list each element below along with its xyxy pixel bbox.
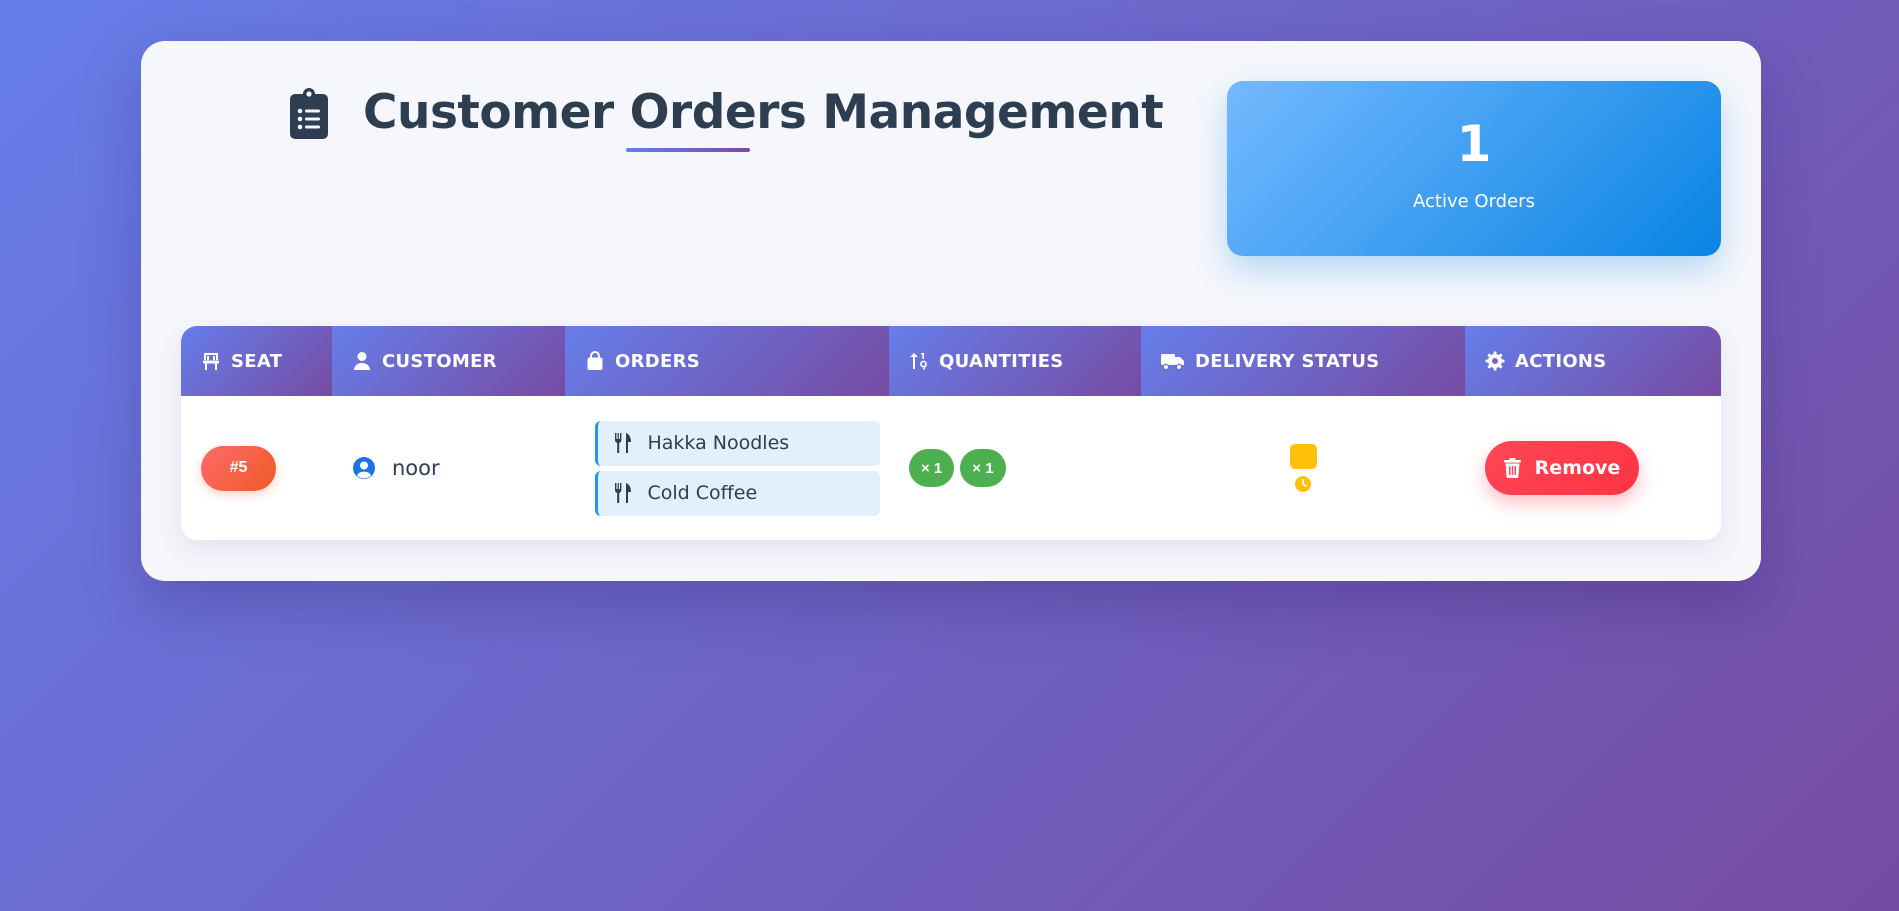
user-circle-icon (353, 457, 375, 479)
actions-cell: Remove (1465, 396, 1721, 540)
user-icon (354, 352, 370, 370)
chair-icon (203, 353, 219, 370)
truck-icon (1161, 354, 1184, 371)
order-item: Hakka Noodles (594, 420, 880, 466)
quantity-badge: × 1 (960, 449, 1006, 487)
orders-panel: Customer Orders Management 1 Active Orde… (141, 41, 1761, 581)
order-item-name: Cold Coffee (647, 482, 758, 504)
customer-name: noor (392, 456, 440, 480)
delivery-status-cell (1141, 396, 1465, 540)
seat-cell: #5 (181, 396, 332, 540)
column-header-delivery-status: DELIVERY STATUS (1141, 326, 1465, 396)
column-label: QUANTITIES (939, 350, 1064, 372)
quantity-badge: × 1 (909, 449, 955, 487)
title-block: Customer Orders Management (289, 85, 1164, 140)
title-underline (626, 148, 750, 152)
column-header-orders: ORDERS (565, 326, 889, 396)
quantities-cell: × 1 × 1 (889, 396, 1141, 540)
active-orders-label: Active Orders (1413, 191, 1535, 212)
utensils-icon (614, 483, 631, 503)
active-orders-stat: 1 Active Orders (1227, 81, 1721, 256)
orders-cell: Hakka Noodles Cold Coffee (565, 396, 889, 540)
column-header-quantities: QUANTITIES (889, 326, 1141, 396)
gear-icon (1485, 351, 1505, 371)
column-header-actions: ACTIONS (1465, 326, 1721, 396)
column-label: SEAT (231, 350, 283, 372)
seat-badge: #5 (201, 445, 276, 491)
panel-header: Customer Orders Management 1 Active Orde… (141, 41, 1761, 281)
utensils-icon (614, 433, 631, 453)
shopping-bag-icon (587, 351, 603, 370)
active-orders-count: 1 (1456, 115, 1492, 173)
page-title: Customer Orders Management (363, 85, 1164, 140)
column-label: ORDERS (615, 350, 701, 372)
sort-numeric-icon (910, 353, 927, 370)
column-label: CUSTOMER (382, 350, 497, 372)
order-item: Cold Coffee (594, 470, 880, 516)
table-row: #5 noor Hakka Noodles Cold Coffee × 1 × … (181, 396, 1721, 540)
status-indicator (1289, 443, 1317, 469)
customer-cell: noor (332, 396, 565, 540)
order-item-name: Hakka Noodles (647, 432, 790, 454)
column-header-customer: CUSTOMER (332, 326, 565, 396)
column-label: ACTIONS (1515, 350, 1607, 372)
trash-icon (1503, 458, 1521, 478)
clock-icon (1295, 475, 1311, 492)
remove-button[interactable]: Remove (1485, 441, 1639, 495)
column-header-seat: SEAT (181, 326, 332, 396)
orders-table: SEAT CUSTOMER ORDERS QUANTITIES DELIVERY… (181, 326, 1721, 540)
table-header: SEAT CUSTOMER ORDERS QUANTITIES DELIVERY… (181, 326, 1721, 396)
clipboard-list-icon (290, 87, 328, 139)
remove-button-label: Remove (1534, 457, 1621, 479)
column-label: DELIVERY STATUS (1195, 350, 1380, 372)
